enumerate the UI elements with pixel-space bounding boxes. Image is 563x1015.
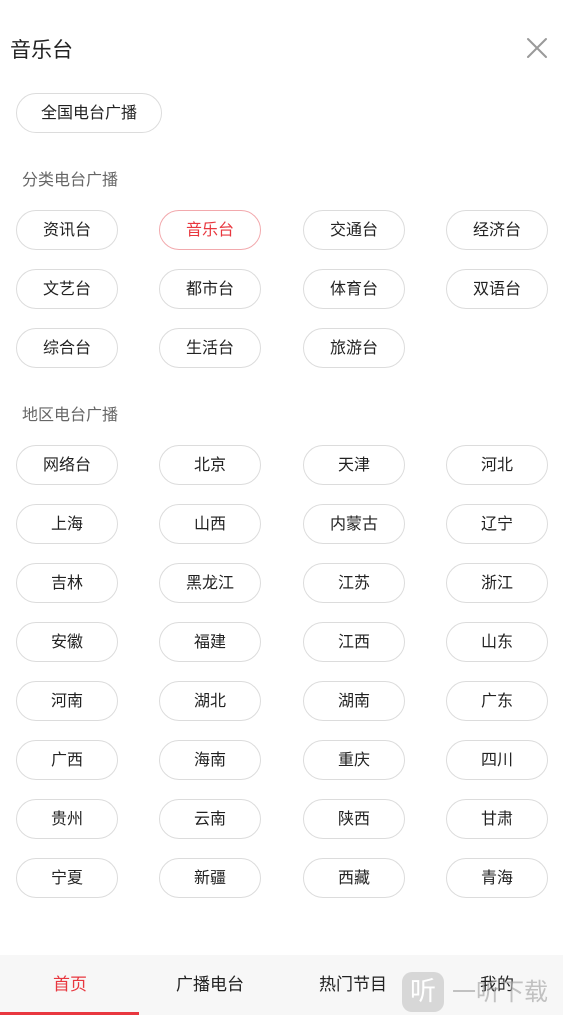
region-chip[interactable]: 河南 [16, 681, 118, 721]
region-chip[interactable]: 宁夏 [16, 858, 118, 898]
region-chip[interactable]: 甘肃 [446, 799, 548, 839]
region-chip[interactable]: 新疆 [159, 858, 261, 898]
region-chip[interactable]: 陕西 [303, 799, 405, 839]
region-chip[interactable]: 网络台 [16, 445, 118, 485]
region-chip[interactable]: 河北 [446, 445, 548, 485]
category-chip[interactable]: 综合台 [16, 328, 118, 368]
region-chip[interactable]: 西藏 [303, 858, 405, 898]
region-chip[interactable]: 浙江 [446, 563, 548, 603]
region-chip[interactable]: 安徽 [16, 622, 118, 662]
region-chip[interactable]: 辽宁 [446, 504, 548, 544]
region-chip[interactable]: 湖北 [159, 681, 261, 721]
region-chip[interactable]: 吉林 [16, 563, 118, 603]
bottom-nav: 我的 热门节目 广播电台 首页 [0, 955, 563, 1015]
page-title: 音乐台 [10, 38, 73, 62]
category-section-title: 分类电台广播 [22, 170, 119, 189]
nav-tab[interactable]: 我的 [427, 955, 563, 1015]
category-chip[interactable]: 文艺台 [16, 269, 118, 309]
category-chip[interactable]: 资讯台 [16, 210, 118, 250]
region-chip[interactable]: 重庆 [303, 740, 405, 780]
category-chip[interactable]: 双语台 [446, 269, 548, 309]
category-chip[interactable]: 旅游台 [303, 328, 405, 368]
region-chip[interactable]: 江苏 [303, 563, 405, 603]
category-chip[interactable]: 音乐台 [159, 210, 261, 250]
region-chip[interactable]: 山东 [446, 622, 548, 662]
national-broadcast-chip[interactable]: 全国电台广播 [16, 93, 162, 133]
category-chip[interactable]: 都市台 [159, 269, 261, 309]
close-icon [527, 38, 547, 58]
category-chip[interactable]: 交通台 [303, 210, 405, 250]
region-chip[interactable]: 北京 [159, 445, 261, 485]
nav-tab[interactable]: 首页 [0, 955, 140, 1015]
region-chip[interactable]: 海南 [159, 740, 261, 780]
region-chip[interactable]: 黑龙江 [159, 563, 261, 603]
region-chip[interactable]: 四川 [446, 740, 548, 780]
region-chip[interactable]: 山西 [159, 504, 261, 544]
region-chip[interactable]: 内蒙古 [303, 504, 405, 544]
region-chip[interactable]: 青海 [446, 858, 548, 898]
nav-tab[interactable]: 热门节目 [283, 955, 423, 1015]
nav-tab[interactable]: 广播电台 [140, 955, 280, 1015]
region-chip[interactable]: 贵州 [16, 799, 118, 839]
category-chip[interactable]: 经济台 [446, 210, 548, 250]
header: 音乐台 [0, 0, 563, 96]
region-chip[interactable]: 广西 [16, 740, 118, 780]
close-button[interactable] [522, 33, 552, 63]
region-chip[interactable]: 湖南 [303, 681, 405, 721]
category-chip[interactable]: 体育台 [303, 269, 405, 309]
region-chip[interactable]: 江西 [303, 622, 405, 662]
region-chip[interactable]: 广东 [446, 681, 548, 721]
region-section-title: 地区电台广播 [22, 405, 119, 424]
category-chip[interactable]: 生活台 [159, 328, 261, 368]
region-chip[interactable]: 上海 [16, 504, 118, 544]
region-chip[interactable]: 天津 [303, 445, 405, 485]
region-chip[interactable]: 云南 [159, 799, 261, 839]
region-chip[interactable]: 福建 [159, 622, 261, 662]
